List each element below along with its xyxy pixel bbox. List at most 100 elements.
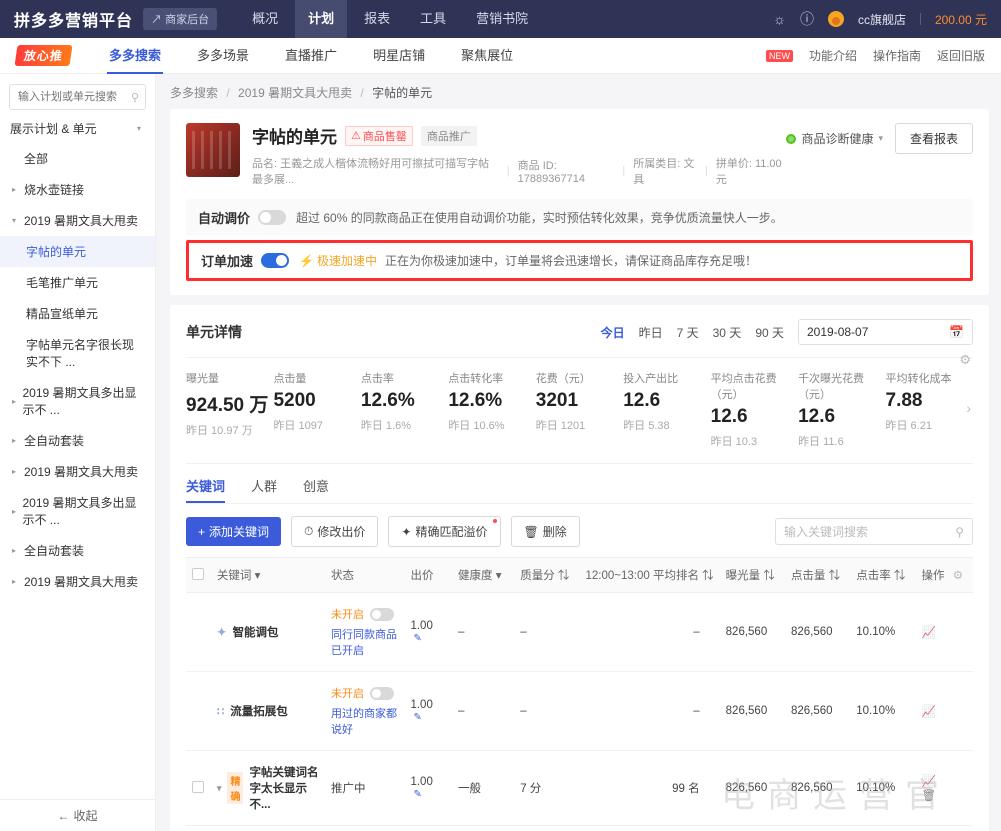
edit-icon[interactable]: ✎ (413, 633, 421, 644)
sidebar-plan-header-label: 展示计划 & 单元 (10, 122, 97, 136)
tree-item-all[interactable]: 全部 (0, 143, 155, 174)
search-input[interactable] (16, 90, 131, 104)
edit-icon[interactable]: ✎ (413, 712, 421, 723)
tree-item-plan-2019-summer[interactable]: ▾ 2019 暑期文具大甩卖 (0, 205, 155, 236)
caret-icon[interactable]: ▸ (12, 467, 20, 476)
date-tab-today[interactable]: 今日 (601, 324, 625, 341)
date-picker-input[interactable]: 2019-08-07 📅 (798, 319, 973, 345)
chart-icon[interactable]: 📈 (922, 776, 936, 788)
auto-price-toggle[interactable] (258, 210, 287, 225)
sort-icon[interactable]: ⇅ (702, 570, 714, 582)
tree-item-plan-overflow-2[interactable]: ▸ 2019 暑期文具多出显示不 ... (0, 487, 155, 535)
tree-item-plan-summer-2[interactable]: ▸ 2019 暑期文具大甩卖 (0, 456, 155, 487)
select-all-checkbox[interactable] (192, 567, 204, 580)
date-tab-yesterday[interactable]: 昨日 (639, 324, 663, 341)
link-operation-guide[interactable]: 操作指南 (873, 47, 921, 64)
caret-icon[interactable]: ▸ (12, 185, 20, 194)
col-exposure[interactable]: 曝光量 ⇅ (719, 557, 785, 593)
sub-nav-focus-booth[interactable]: 聚焦展位 (443, 38, 531, 74)
caret-icon[interactable]: ▸ (12, 546, 20, 555)
caret-icon[interactable]: ▸ (12, 436, 20, 445)
caret-icon[interactable]: ▸ (12, 577, 20, 586)
tree-item-unit-long-name[interactable]: 字帖单元名字很长现实不下 ... (0, 329, 155, 377)
breadcrumb-item-2[interactable]: 2019 暑期文具大甩卖 (238, 86, 352, 100)
keyword-search-box[interactable]: 输入关键词搜索 ⚲ (775, 518, 973, 545)
sort-icon[interactable]: ⇅ (763, 570, 775, 582)
chevron-down-icon[interactable]: ▾ (878, 133, 883, 144)
date-tab-7d[interactable]: 7 天 (677, 324, 699, 341)
chart-icon[interactable]: 📈 (922, 627, 936, 639)
chevron-down-icon[interactable]: ▾ (137, 124, 145, 133)
view-report-button[interactable]: 查看报表 (894, 123, 973, 154)
tab-keywords[interactable]: 关键词 (186, 476, 226, 503)
sub-nav-scene[interactable]: 多多场景 (179, 38, 267, 74)
tab-audience[interactable]: 人群 (251, 476, 277, 503)
col-clicks-label: 点击量 (790, 570, 826, 582)
sidebar-search-box[interactable]: ⚲ (9, 84, 146, 110)
top-nav-report[interactable]: 报表 (351, 0, 403, 38)
sort-icon[interactable]: ▾ (255, 570, 261, 582)
chevron-right-icon[interactable]: › (966, 400, 971, 416)
sort-icon[interactable]: ⇅ (558, 570, 570, 582)
calendar-icon[interactable]: 📅 (949, 325, 964, 339)
tree-item-plan-summer-3[interactable]: ▸ 2019 暑期文具大甩卖 (0, 566, 155, 597)
col-avg-rank[interactable]: 12:00~13:00 平均排名 ⇅ (579, 557, 720, 593)
sub-nav-star-shop[interactable]: 明星店铺 (355, 38, 443, 74)
breadcrumb-item-1[interactable]: 多多搜索 (170, 86, 218, 100)
trash-icon[interactable]: 🗑 (922, 790, 937, 802)
col-keyword[interactable]: 关键词 ▾ (210, 557, 325, 593)
sort-icon[interactable]: ▾ (496, 570, 502, 582)
chevron-down-icon[interactable]: ▾ (217, 783, 222, 794)
status-toggle[interactable] (370, 686, 394, 700)
caret-icon[interactable]: ▾ (12, 216, 20, 225)
help-icon[interactable]: ⓘ (800, 9, 814, 29)
row-checkbox[interactable] (192, 780, 204, 793)
merchant-backend-button[interactable]: ↗ 商家后台 (143, 8, 218, 30)
caret-icon[interactable]: ▸ (12, 397, 18, 406)
tree-item-unit-brush[interactable]: 毛笔推广单元 (0, 267, 155, 298)
gear-icon[interactable]: ⚙ (959, 352, 971, 368)
tree-item-plan-overflow-1[interactable]: ▸ 2019 暑期文具多出显示不 ... (0, 377, 155, 425)
edit-icon[interactable]: ✎ (413, 789, 421, 800)
link-back-to-old[interactable]: 返回旧版 (937, 47, 985, 64)
date-tab-90d[interactable]: 90 天 (755, 324, 784, 341)
tab-creative[interactable]: 创意 (303, 476, 329, 503)
col-ctr[interactable]: 点击率 ⇅ (850, 557, 916, 593)
top-nav-overview[interactable]: 概况 (239, 0, 291, 38)
auto-price-row: 自动调价 超过 60% 的同款商品正在使用自动调价功能，实时预估转化效果，竞争优… (186, 199, 973, 236)
top-nav-plan[interactable]: 计划 (295, 0, 348, 38)
col-quality[interactable]: 质量分 ⇅ (514, 557, 580, 593)
col-health[interactable]: 健康度 ▾ (451, 557, 515, 593)
tree-item-kettle[interactable]: ▸ 烧水壶链接 (0, 174, 155, 205)
search-icon[interactable]: ⚲ (955, 525, 964, 539)
top-nav-tools[interactable]: 工具 (407, 0, 459, 38)
top-nav-academy[interactable]: 营销书院 (463, 0, 541, 38)
sort-icon[interactable]: ⇅ (894, 570, 906, 582)
metric-value: 12.6 (798, 406, 836, 427)
tree-item-unit-zitie[interactable]: 字帖的单元 (0, 236, 155, 267)
col-clicks[interactable]: 点击量 ⇅ (784, 557, 851, 593)
modify-bid-button[interactable]: ⏱ 修改出价 (291, 516, 379, 547)
status-toggle[interactable] (370, 607, 394, 621)
tree-item-unit-paper[interactable]: 精品宣纸单元 (0, 298, 155, 329)
chart-icon[interactable]: 📈 (922, 706, 936, 718)
order-boost-state-label: 极速加速中 (316, 254, 377, 268)
add-keyword-button[interactable]: + 添加关键词 (186, 517, 282, 546)
date-tab-30d[interactable]: 30 天 (713, 324, 742, 341)
sub-nav-live[interactable]: 直播推广 (267, 38, 355, 74)
sidebar-collapse-button[interactable]: ← 收起 (0, 799, 155, 831)
caret-icon[interactable]: ▸ (12, 507, 18, 516)
bell-icon[interactable]: ☼ (773, 11, 786, 27)
search-icon[interactable]: ⚲ (131, 91, 139, 104)
exact-match-premium-button[interactable]: ✦ 精确匹配溢价 (388, 516, 501, 547)
order-boost-toggle[interactable] (261, 253, 290, 268)
product-health-status[interactable]: 商品诊断健康 ▾ (786, 130, 883, 147)
gear-icon[interactable]: ⚙ (953, 570, 963, 582)
link-feature-intro[interactable]: 功能介绍 (809, 47, 857, 64)
tree-item-plan-auto-2[interactable]: ▸ 全自动套装 (0, 535, 155, 566)
sidebar-plan-header[interactable]: 展示计划 & 单元 ▾ (0, 116, 155, 143)
tree-item-plan-auto-1[interactable]: ▸ 全自动套装 (0, 425, 155, 456)
delete-button[interactable]: 🗑 删除 (510, 516, 580, 547)
sub-nav-search[interactable]: 多多搜索 (91, 38, 179, 74)
sort-icon[interactable]: ⇅ (829, 570, 841, 582)
